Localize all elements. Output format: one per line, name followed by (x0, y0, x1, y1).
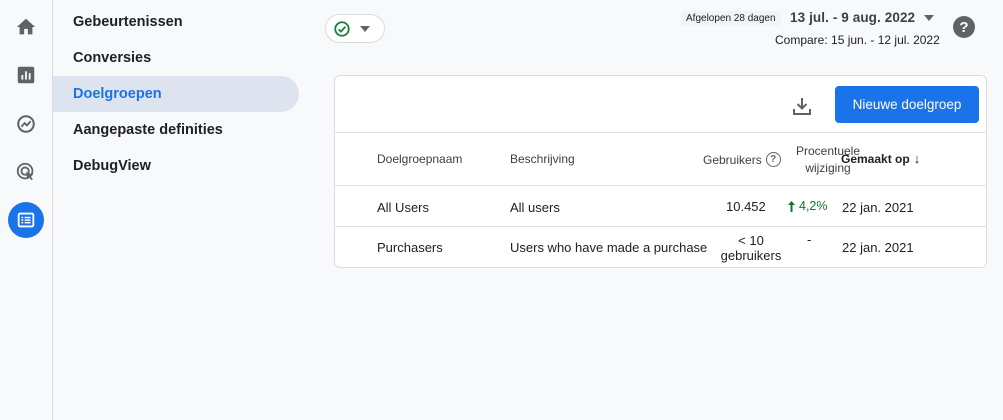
reports-icon[interactable] (8, 57, 44, 93)
audience-created-date: 22 jan. 2021 (842, 240, 914, 255)
percent-change: - (807, 232, 812, 247)
divider (335, 226, 986, 227)
subnav-item-audiences[interactable]: Doelgroepen (53, 76, 299, 112)
column-header-name[interactable]: Doelgroepnaam (377, 152, 462, 166)
subnav-item-events[interactable]: Gebeurtenissen (53, 4, 299, 40)
home-icon[interactable] (8, 9, 44, 45)
check-circle-icon (334, 20, 350, 37)
arrow-up-icon (788, 200, 795, 212)
audience-description: All users (510, 200, 560, 215)
date-range-caret-icon[interactable] (924, 15, 934, 21)
column-header-created-label: Gemaakt op (841, 151, 910, 166)
column-header-users[interactable]: Gebruikers ? (703, 152, 781, 167)
column-header-users-label: Gebruikers (703, 152, 762, 167)
divider (335, 185, 986, 186)
help-icon[interactable]: ? (765, 152, 781, 167)
configure-icon[interactable] (8, 202, 44, 238)
help-icon[interactable]: ? (953, 16, 975, 38)
caret-down-icon (360, 25, 370, 32)
new-audience-button[interactable]: Nieuwe doelgroep (835, 86, 979, 123)
nav-rail (0, 0, 53, 420)
subnav-item-debugview[interactable]: DebugView (53, 148, 299, 184)
column-header-created[interactable]: Gemaakt op ↓ (841, 151, 920, 166)
audience-users: 10.452 (726, 199, 766, 214)
audience-name[interactable]: Purchasers (377, 240, 443, 255)
download-icon[interactable] (790, 94, 814, 118)
audiences-table-card: Nieuwe doelgroep Doelgroepnaam Beschrijv… (334, 75, 987, 268)
advertising-icon[interactable] (8, 154, 44, 190)
audience-users: < 10 gebruikers (715, 233, 787, 263)
divider (335, 132, 986, 133)
audience-name[interactable]: All Users (377, 200, 429, 215)
subnav-item-conversions[interactable]: Conversies (53, 40, 299, 76)
subnav-item-custom-definitions[interactable]: Aangepaste definities (53, 112, 299, 148)
audience-description: Users who have made a purchase (510, 240, 708, 255)
audience-created-date: 22 jan. 2021 (842, 200, 914, 215)
date-range-badge: Afgelopen 28 dagen (681, 11, 781, 26)
audience-users-line1: < 10 (738, 233, 764, 248)
column-header-description[interactable]: Beschrijving (510, 152, 575, 166)
compare-range: Compare: 15 jun. - 12 jul. 2022 (775, 33, 940, 47)
date-range-picker[interactable]: 13 jul. - 9 aug. 2022 (790, 10, 915, 25)
data-status-dropdown[interactable] (325, 14, 385, 43)
percent-change: 4,2% (787, 199, 828, 213)
audience-users-line2: gebruikers (720, 248, 782, 263)
arrow-down-icon: ↓ (913, 151, 921, 166)
percent-change-value: 4,2% (799, 199, 828, 213)
explore-icon[interactable] (8, 106, 44, 142)
